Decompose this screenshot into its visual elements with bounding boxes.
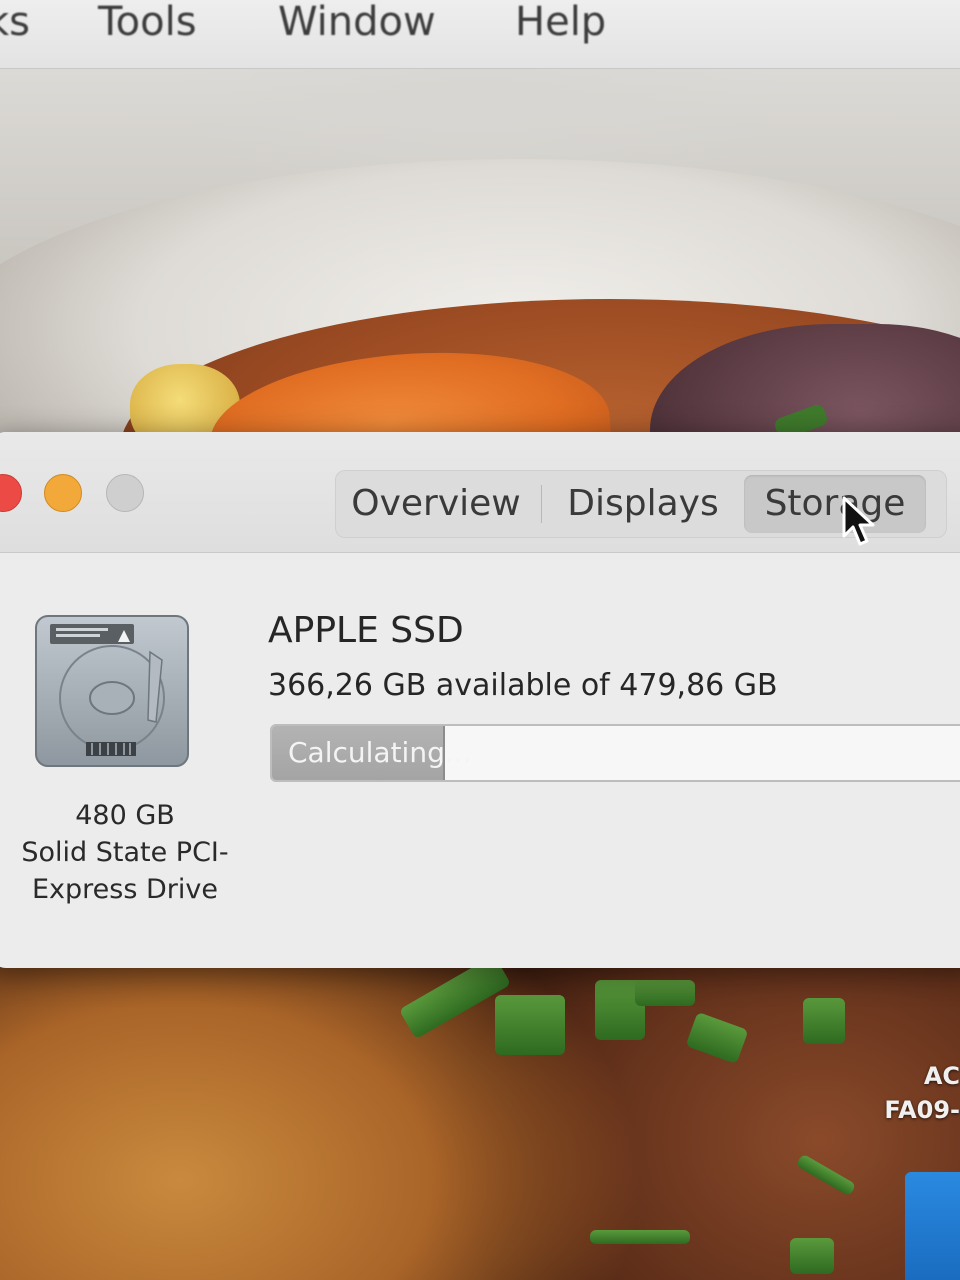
drive-type-line1: Solid State PCI- <box>21 837 229 868</box>
drive-capacity: 480 GB <box>75 800 175 831</box>
tab-divider <box>541 485 542 523</box>
desktop-item-label: FA09- <box>884 1096 960 1124</box>
chive <box>795 1153 857 1197</box>
minimize-button[interactable] <box>44 474 82 512</box>
storage-status-label: Calculating... <box>288 736 472 769</box>
drive-type-line2: Express Drive <box>32 874 218 905</box>
chive <box>803 998 845 1044</box>
desktop-file-icon[interactable] <box>905 1172 960 1280</box>
chive <box>495 995 565 1055</box>
desktop-wallpaper-top <box>0 69 960 439</box>
drive-name: APPLE SSD <box>268 610 464 651</box>
drive-availability: 366,26 GB available of 479,86 GB <box>268 668 778 703</box>
desktop-item-label: AC <box>923 1062 960 1090</box>
drive-caption: 480 GB Solid State PCI- Express Drive <box>0 797 260 908</box>
menu-item-help[interactable]: Help <box>515 0 606 44</box>
desktop-wallpaper-bottom <box>0 940 960 1280</box>
tab-storage[interactable]: Storage <box>744 475 926 533</box>
menu-item-partial[interactable]: ks <box>0 0 30 44</box>
hard-drive-icon <box>35 615 189 767</box>
pointer-cursor-icon <box>842 496 875 546</box>
chive <box>685 1011 749 1065</box>
chive <box>635 980 695 1006</box>
storage-usage-fill: Calculating... <box>272 726 472 780</box>
menu-item-tools[interactable]: Tools <box>98 0 197 44</box>
menu-item-window[interactable]: Window <box>278 0 436 44</box>
about-this-mac-window: Overview Displays Storage 480 GB Solid S… <box>0 432 960 968</box>
chive <box>790 1238 834 1274</box>
menu-bar: ks Tools Window Help <box>0 0 960 69</box>
close-button[interactable] <box>0 474 22 512</box>
tab-overview[interactable]: Overview <box>336 475 536 533</box>
tab-displays[interactable]: Displays <box>548 475 738 533</box>
chive <box>590 1230 690 1244</box>
zoom-button[interactable] <box>106 474 144 512</box>
window-titlebar: Overview Displays Storage <box>0 432 960 553</box>
storage-usage-bar[interactable]: Calculating... <box>270 724 960 782</box>
